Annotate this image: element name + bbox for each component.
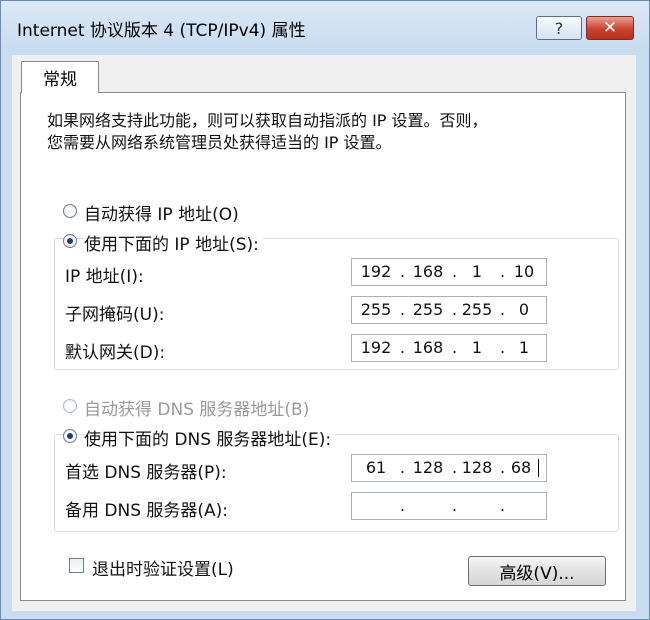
ip-octet-2: 168: [412, 262, 444, 281]
default-gateway-field[interactable]: 192 . 168 . 1 . 1: [351, 334, 547, 362]
dns2-octet-4: [504, 493, 544, 519]
help-button[interactable]: ?: [536, 16, 582, 40]
advanced-button[interactable]: 高级(V)...: [468, 556, 606, 586]
dns1-octet-4: 68: [510, 458, 532, 477]
gateway-octet-4: 1: [518, 338, 530, 357]
text-caret: [538, 459, 539, 477]
dns1-octet-2: 128: [412, 458, 444, 477]
subnet-mask-label: 子网掩码(U):: [65, 305, 165, 325]
validate-on-exit-checkbox[interactable]: [69, 558, 84, 573]
dns1-octet-3: 128: [461, 458, 493, 477]
radio-manual-dns[interactable]: [63, 429, 77, 443]
radio-manual-ip[interactable]: [63, 234, 77, 248]
tab-panel-general: 如果网络支持此功能，则可以获取自动指派的 IP 设置。否则， 您需要从网络系统管…: [20, 92, 626, 601]
gateway-octet-2: 168: [412, 338, 444, 357]
mask-octet-3: 255: [461, 300, 493, 319]
ip-octet-3: 1: [471, 262, 483, 281]
default-gateway-label: 默认网关(D):: [65, 343, 166, 363]
mask-octet-4: 0: [518, 300, 530, 319]
radio-auto-dns-label[interactable]: 自动获得 DNS 服务器地址(B): [84, 395, 309, 420]
gateway-octet-1: 192: [360, 338, 392, 357]
ip-dot: .: [400, 338, 406, 357]
advanced-button-label: 高级(V)...: [499, 563, 575, 584]
gateway-octet-3: 1: [471, 338, 483, 357]
ip-dot: .: [400, 458, 406, 477]
help-icon: ?: [554, 18, 564, 38]
subnet-mask-field[interactable]: 255 . 255 . 255 . 0: [351, 296, 547, 324]
dns2-octet-3: [456, 493, 498, 519]
dns2-octet-2: [406, 493, 450, 519]
close-button[interactable]: ✕: [586, 16, 634, 40]
tab-general[interactable]: 常规: [21, 61, 99, 93]
dns2-octet-1: [354, 493, 398, 519]
radio-auto-ip[interactable]: [63, 204, 77, 218]
dns1-octet-1: 61: [365, 458, 387, 477]
title-bar[interactable]: Internet 协议版本 4 (TCP/IPv4) 属性 ? ✕: [1, 1, 649, 51]
alternate-dns-label: 备用 DNS 服务器(A):: [65, 501, 229, 521]
radio-auto-dns[interactable]: [63, 399, 77, 413]
description-line-1: 如果网络支持此功能，则可以获取自动指派的 IP 设置。否则，: [47, 111, 488, 130]
ip-dot: .: [400, 262, 406, 281]
dialog-window: Internet 协议版本 4 (TCP/IPv4) 属性 ? ✕ 常规 如果网…: [0, 0, 650, 620]
description-line-2: 您需要从网络系统管理员处获得适当的 IP 设置。: [47, 133, 392, 152]
ip-dot: .: [400, 496, 406, 515]
ip-address-label: IP 地址(I):: [65, 267, 144, 287]
validate-on-exit-label[interactable]: 退出时验证设置(L): [92, 555, 234, 580]
radio-manual-ip-label[interactable]: 使用下面的 IP 地址(S):: [84, 230, 263, 255]
ip-dot: .: [400, 300, 406, 319]
tab-general-label: 常规: [43, 70, 77, 90]
mask-octet-1: 255: [360, 300, 392, 319]
dialog-client-area: 常规 如果网络支持此功能，则可以获取自动指派的 IP 设置。否则， 您需要从网络…: [12, 55, 636, 611]
close-icon: ✕: [602, 18, 618, 38]
radio-manual-dns-label[interactable]: 使用下面的 DNS 服务器地址(E):: [84, 425, 336, 450]
ip-address-field[interactable]: 192 . 168 . 1 . 10: [351, 258, 547, 286]
alternate-dns-field[interactable]: . . .: [351, 492, 547, 520]
radio-auto-ip-label[interactable]: 自动获得 IP 地址(O): [84, 200, 239, 225]
ip-octet-4: 10: [513, 262, 535, 281]
window-title: Internet 协议版本 4 (TCP/IPv4) 属性: [17, 21, 306, 41]
mask-octet-2: 255: [412, 300, 444, 319]
preferred-dns-field[interactable]: 61 . 128 . 128 . 68: [351, 454, 547, 482]
ip-octet-1: 192: [360, 262, 392, 281]
preferred-dns-label: 首选 DNS 服务器(P):: [65, 463, 227, 483]
